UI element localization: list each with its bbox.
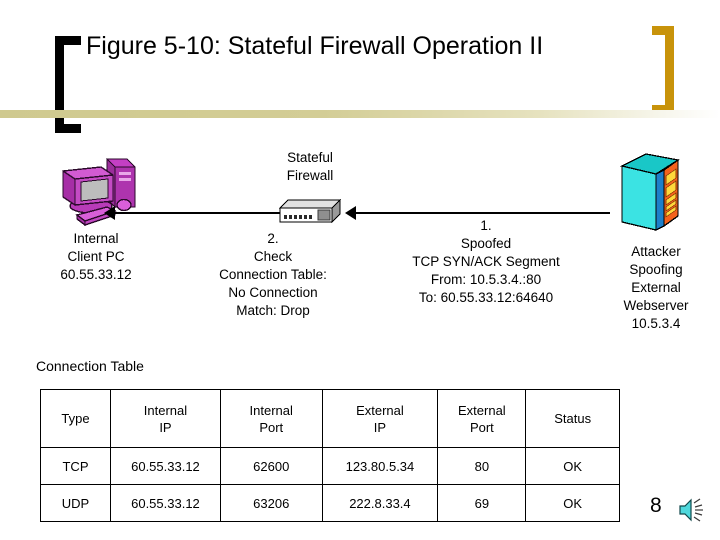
arrow-left-icon [104,206,115,220]
column-header-line: IP [159,419,172,435]
table-cell-type: UDP [40,484,111,522]
table-cell-internal-ip: 60.55.33.12 [109,484,221,522]
caption-line: Connection Table: [219,267,327,282]
column-header-line: Port [469,419,494,435]
caption-line: No Connection [228,285,318,300]
caption-line: To: 60.55.33.12:64640 [418,290,554,305]
table-cell-status: OK [525,447,620,485]
caption-line: Stateful [287,150,333,165]
column-header-line: Internal [249,402,293,418]
column-header-line: Type [61,411,90,426]
table-cell-external-ip: 123.80.5.34 [321,447,439,485]
table-cell-internal-port: 62600 [219,447,323,485]
caption-line: 10.5.3.4 [631,316,681,331]
firewall-label: Stateful Firewall [252,149,368,185]
arrow-left-shaft [112,212,282,214]
table-cell-internal-ip: 60.55.33.12 [109,447,221,485]
caption-line: Attacker [631,244,681,259]
internal-client-pc-label: Internal Client PC 60.55.33.12 [26,230,166,284]
column-header-external-ip: External IP [321,389,439,448]
connection-table-title: Connection Table [36,358,144,374]
column-header-type: Type [40,389,111,448]
arrow-right-shaft [352,212,610,214]
connection-table: Type Internal IP Internal Port External IP … [40,389,620,522]
table-cell-external-ip: 222.8.33.4 [321,484,439,522]
table-cell-external-port: 69 [437,484,527,522]
table-header-row: Type Internal IP Internal Port External IP … [40,389,620,448]
column-header-internal-port: Internal Port [219,389,323,448]
table-cell-internal-port: 63206 [219,484,323,522]
caption-line: 1. [480,218,492,233]
column-header-internal-ip: Internal IP [109,389,221,448]
firewall-appliance-icon [278,198,344,228]
column-header-status: Status [525,389,620,448]
caption-line: 2. [267,231,279,246]
caption-line: Internal [73,231,119,246]
caption-line: 60.55.33.12 [60,267,132,282]
column-header-line: Port [259,419,284,435]
caption-line: Spoofed [460,236,512,251]
column-header-external-port: External Port [437,389,527,448]
column-header-line: External [356,402,404,418]
computer-pc-icon [55,155,147,227]
column-header-line: Internal [143,402,188,418]
step-2-annotation: 2. Check Connection Table: No Connection Mat… [180,230,366,320]
table-row: TCP 60.55.33.12 62600 123.80.5.34 80 OK [40,447,620,485]
table-cell-external-port: 80 [437,447,527,485]
caption-line: TCP SYN/ACK Segment [412,254,560,269]
caption-line: External [631,280,681,295]
attacker-label: Attacker Spoofing External Webserver 10.5.3.… [596,243,716,333]
speaker-icon[interactable] [678,497,708,523]
table-cell-status: OK [525,484,620,522]
caption-line: From: 10.5.3.4.:80 [430,272,542,287]
caption-line: Webserver [623,298,689,313]
server-rack-icon [620,152,682,234]
caption-line: Match: Drop [236,303,310,318]
table-row: UDP 60.55.33.12 63206 222.8.33.4 69 OK [40,484,620,522]
column-header-line: IP [373,419,387,435]
column-header-line: Status [554,411,592,426]
arrow-left-icon [345,206,356,220]
caption-line: Firewall [286,168,334,183]
page-number: 8 [650,494,662,517]
caption-line: Client PC [67,249,125,264]
step-1-annotation: 1. Spoofed TCP SYN/ACK Segment From: 10.5.3… [368,217,604,307]
column-header-line: External [458,402,506,418]
caption-line: Spoofing [629,262,683,277]
table-cell-type: TCP [40,447,111,485]
caption-line: Check [253,249,293,264]
